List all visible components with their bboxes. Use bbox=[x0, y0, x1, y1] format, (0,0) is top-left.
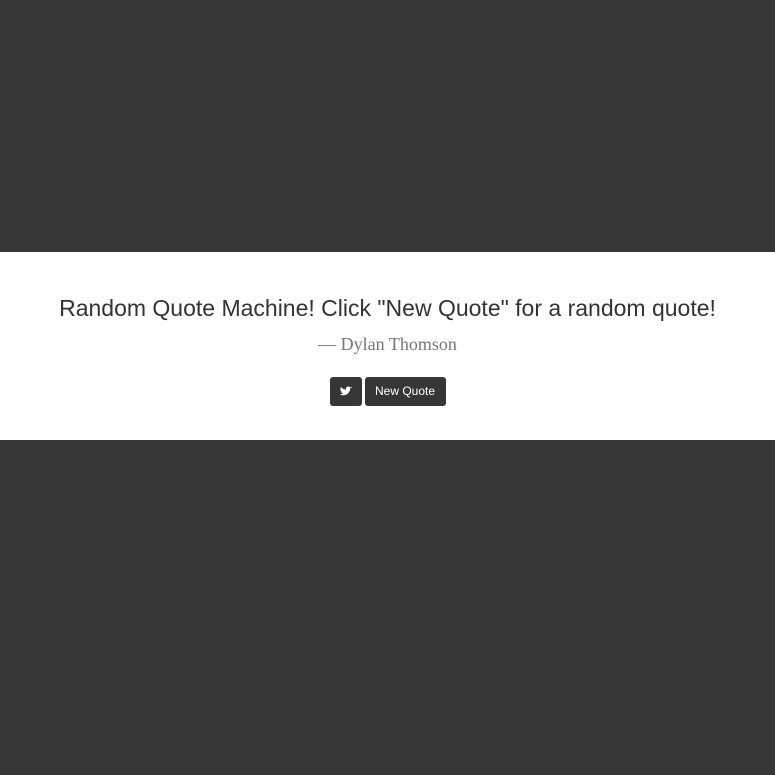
tweet-button[interactable] bbox=[329, 377, 362, 406]
quote-text: Random Quote Machine! Click "New Quote" … bbox=[59, 295, 716, 321]
quote-author: — Dylan Thomson bbox=[318, 334, 457, 354]
quote-actions: New Quote bbox=[0, 377, 775, 406]
page-background: Random Quote Machine! Click "New Quote" … bbox=[0, 0, 775, 775]
new-quote-button[interactable]: New Quote bbox=[364, 377, 446, 406]
twitter-icon bbox=[339, 386, 352, 397]
